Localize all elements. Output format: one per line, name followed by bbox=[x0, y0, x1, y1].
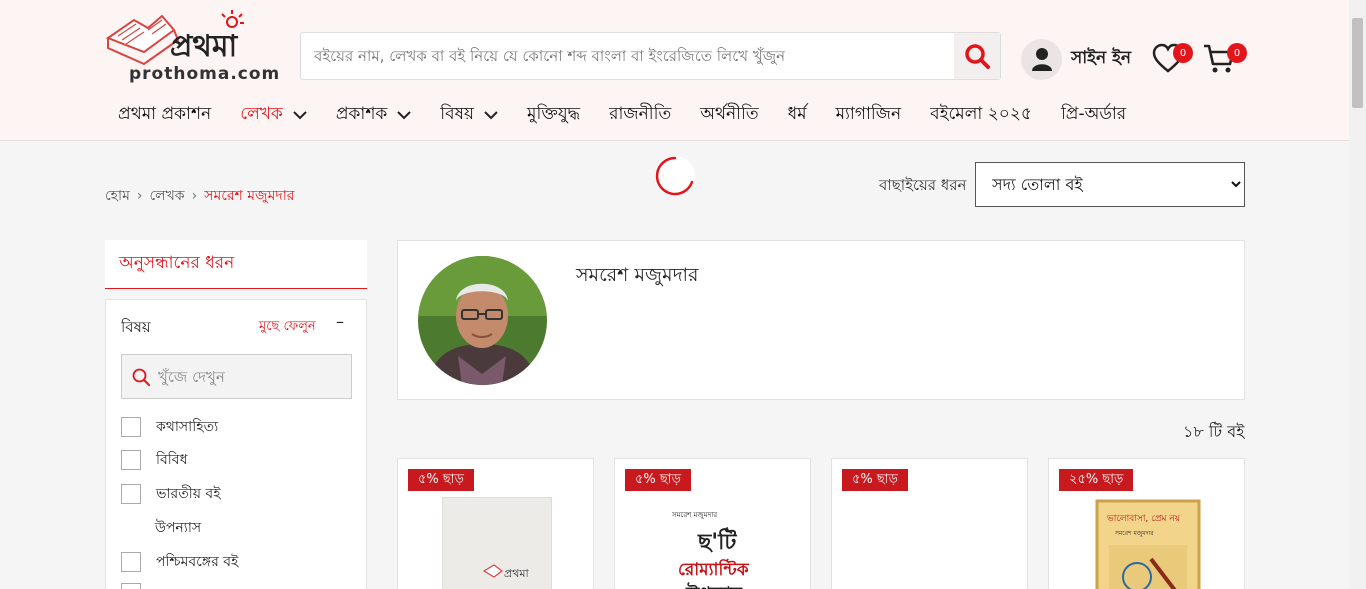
nav-politics[interactable]: রাজনীতি bbox=[609, 101, 671, 129]
sort-label: বাছাইয়ের ধরন bbox=[879, 176, 967, 194]
loading-spinner-icon bbox=[655, 156, 695, 196]
nav-label: বইমেলা ২০২৫ bbox=[930, 104, 1032, 124]
filter-option[interactable] bbox=[121, 583, 156, 589]
filter-option[interactable]: কথাসাহিত্য bbox=[121, 415, 218, 439]
nav-magazine[interactable]: ম্যাগাজিন bbox=[836, 101, 902, 129]
sign-in-button[interactable]: সাইন ইন bbox=[1021, 38, 1131, 80]
search-icon bbox=[132, 368, 150, 386]
svg-text:সমরেশ মজুমদার: সমরেশ মজুমদার bbox=[1114, 530, 1154, 537]
svg-text:উপন্যাস: উপন্যাস bbox=[685, 582, 743, 589]
main-nav: প্রথমা প্রকাশন লেখক প্রকাশক বিষয় মুক্তি… bbox=[118, 100, 1155, 130]
cart-count-badge: 0 bbox=[1227, 43, 1247, 63]
nav-prothoma-prokashon[interactable]: প্রথমা প্রকাশন bbox=[118, 101, 211, 129]
filter-heading: অনুসন্ধানের ধরন bbox=[105, 240, 367, 289]
nav-liberation-war[interactable]: মুক্তিযুদ্ধ bbox=[527, 101, 580, 129]
breadcrumb-home[interactable]: হোম bbox=[105, 184, 130, 208]
checkbox[interactable] bbox=[121, 583, 141, 589]
book-card[interactable]: ৫% ছাড় সমরেশ মজুমদার ছ'টি রোম্যান্টিক উ… bbox=[614, 458, 811, 589]
svg-text:রোম্যান্টিক: রোম্যান্টিক bbox=[678, 558, 750, 580]
breadcrumb-current: সমরেশ মজুমদার bbox=[204, 188, 295, 204]
svg-text:প্রথমা: প্রথমা bbox=[170, 29, 238, 64]
wishlist-button[interactable]: 0 bbox=[1152, 40, 1193, 76]
nav-label: ম্যাগাজিন bbox=[835, 104, 902, 124]
search-input[interactable] bbox=[301, 33, 953, 79]
search-button[interactable] bbox=[954, 33, 1000, 79]
book-card[interactable]: ৫% ছাড় bbox=[831, 458, 1028, 589]
nav-book-fair[interactable]: বইমেলা ২০২৫ bbox=[930, 101, 1032, 129]
site-header: প্রথমা prothoma.com সাইন ইন 0 bbox=[0, 0, 1349, 141]
sort-select[interactable]: সদ্য তোলা বই bbox=[975, 162, 1245, 207]
wishlist-count-badge: 0 bbox=[1173, 43, 1193, 63]
nav-subject[interactable]: বিষয় bbox=[440, 101, 498, 129]
book-cover: প্রথমা bbox=[442, 497, 552, 589]
svg-text:সমরেশ মজুমদার: সমরেশ মজুমদার bbox=[671, 511, 717, 519]
book-card[interactable]: ৫% ছাড় প্রথমা bbox=[397, 458, 594, 589]
discount-badge: ৫% ছাড় bbox=[408, 469, 474, 491]
filter-option-label: ভারতীয় বই bbox=[156, 486, 221, 502]
nav-publisher[interactable]: প্রকাশক bbox=[335, 101, 412, 129]
filter-option-label: পশ্চিমবঙ্গের বই bbox=[156, 554, 239, 570]
result-count: ১৮ টি বই bbox=[1183, 422, 1245, 441]
filter-option-label: উপন্যাস bbox=[155, 520, 202, 536]
scrollbar-thumb[interactable] bbox=[1352, 18, 1363, 108]
nav-writer[interactable]: লেখক bbox=[240, 101, 307, 129]
filter-search bbox=[121, 354, 352, 399]
nav-label: প্রি-অর্ডার bbox=[1060, 104, 1127, 124]
svg-text:প্রথমা: প্রথমা bbox=[504, 567, 529, 580]
nav-label: লেখক bbox=[240, 104, 283, 124]
search-bar bbox=[300, 32, 1001, 80]
search-icon bbox=[965, 44, 990, 69]
page-scrollbar[interactable] bbox=[1349, 0, 1366, 589]
chevron-right-icon: › bbox=[136, 188, 143, 204]
clear-filter-button[interactable]: মুছে ফেলুন bbox=[259, 317, 316, 338]
filter-heading-label: অনুসন্ধানের ধরন bbox=[119, 253, 235, 273]
author-card: সমরেশ মজুমদার bbox=[397, 240, 1245, 400]
filter-option-label: বিবিধ bbox=[156, 452, 188, 468]
filter-option[interactable]: উপন্যাস bbox=[155, 516, 201, 540]
user-icon bbox=[1021, 38, 1062, 80]
nav-pre-order[interactable]: প্রি-অর্ডার bbox=[1061, 101, 1126, 129]
book-cover: সমরেশ মজুমদার ছ'টি রোম্যান্টিক উপন্যাস bbox=[658, 497, 768, 589]
chevron-down-icon bbox=[293, 110, 307, 119]
checkbox[interactable] bbox=[121, 552, 141, 572]
chevron-down-icon bbox=[484, 110, 498, 119]
nav-label: বিষয় bbox=[440, 104, 475, 124]
filter-search-input[interactable] bbox=[158, 367, 338, 386]
discount-badge: ৫% ছাড় bbox=[842, 469, 908, 491]
nav-religion[interactable]: ধর্ম bbox=[788, 101, 807, 129]
sign-in-label: সাইন ইন bbox=[1071, 48, 1132, 68]
nav-label: অর্থনীতি bbox=[700, 104, 759, 124]
svg-text:ভালোবাসা, প্রেম নয়: ভালোবাসা, প্রেম নয় bbox=[1106, 514, 1181, 524]
chevron-down-icon bbox=[397, 110, 412, 119]
checkbox[interactable] bbox=[121, 450, 141, 470]
prothoma-logo[interactable]: প্রথমা prothoma.com bbox=[104, 8, 279, 86]
svg-text:ছ'টি: ছ'টি bbox=[697, 527, 737, 555]
checkbox[interactable] bbox=[121, 484, 141, 504]
breadcrumb: হোম › লেখক › সমরেশ মজুমদার bbox=[105, 184, 294, 208]
filter-option-label: কথাসাহিত্য bbox=[156, 419, 219, 435]
author-photo bbox=[418, 256, 547, 385]
nav-label: মুক্তিযুদ্ধ bbox=[527, 104, 581, 124]
nav-label: প্রথমা প্রকাশন bbox=[118, 104, 212, 124]
filter-option[interactable]: বিবিধ bbox=[121, 448, 187, 472]
nav-label: ধর্ম bbox=[787, 104, 807, 124]
filter-group-title: বিষয় bbox=[121, 318, 151, 336]
collapse-icon[interactable]: – bbox=[336, 312, 344, 331]
subject-filter: বিষয় মুছে ফেলুন – কথাসাহিত্য বিবিধ ভারত… bbox=[105, 299, 367, 589]
chevron-right-icon: › bbox=[191, 188, 198, 204]
discount-badge: ২৫% ছাড় bbox=[1059, 469, 1134, 491]
nav-label: রাজনীতি bbox=[609, 104, 672, 124]
filter-option[interactable]: ভারতীয় বই bbox=[121, 482, 220, 506]
breadcrumb-section[interactable]: লেখক bbox=[149, 184, 184, 208]
checkbox[interactable] bbox=[121, 417, 141, 437]
nav-economics[interactable]: অর্থনীতি bbox=[700, 101, 758, 129]
author-name: সমরেশ মজুমদার bbox=[576, 264, 699, 286]
book-cover: ভালোবাসা, প্রেম নয় সমরেশ মজুমদার bbox=[1095, 499, 1201, 589]
filter-option[interactable]: পশ্চিমবঙ্গের বই bbox=[121, 550, 238, 574]
book-card[interactable]: ২৫% ছাড় ভালোবাসা, প্রেম নয় সমরেশ মজুমদ… bbox=[1048, 458, 1245, 589]
discount-badge: ৫% ছাড় bbox=[625, 469, 691, 491]
nav-label: প্রকাশক bbox=[335, 104, 388, 124]
cart-button[interactable]: 0 bbox=[1203, 40, 1247, 76]
logo-wordmark: prothoma.com bbox=[129, 64, 281, 84]
